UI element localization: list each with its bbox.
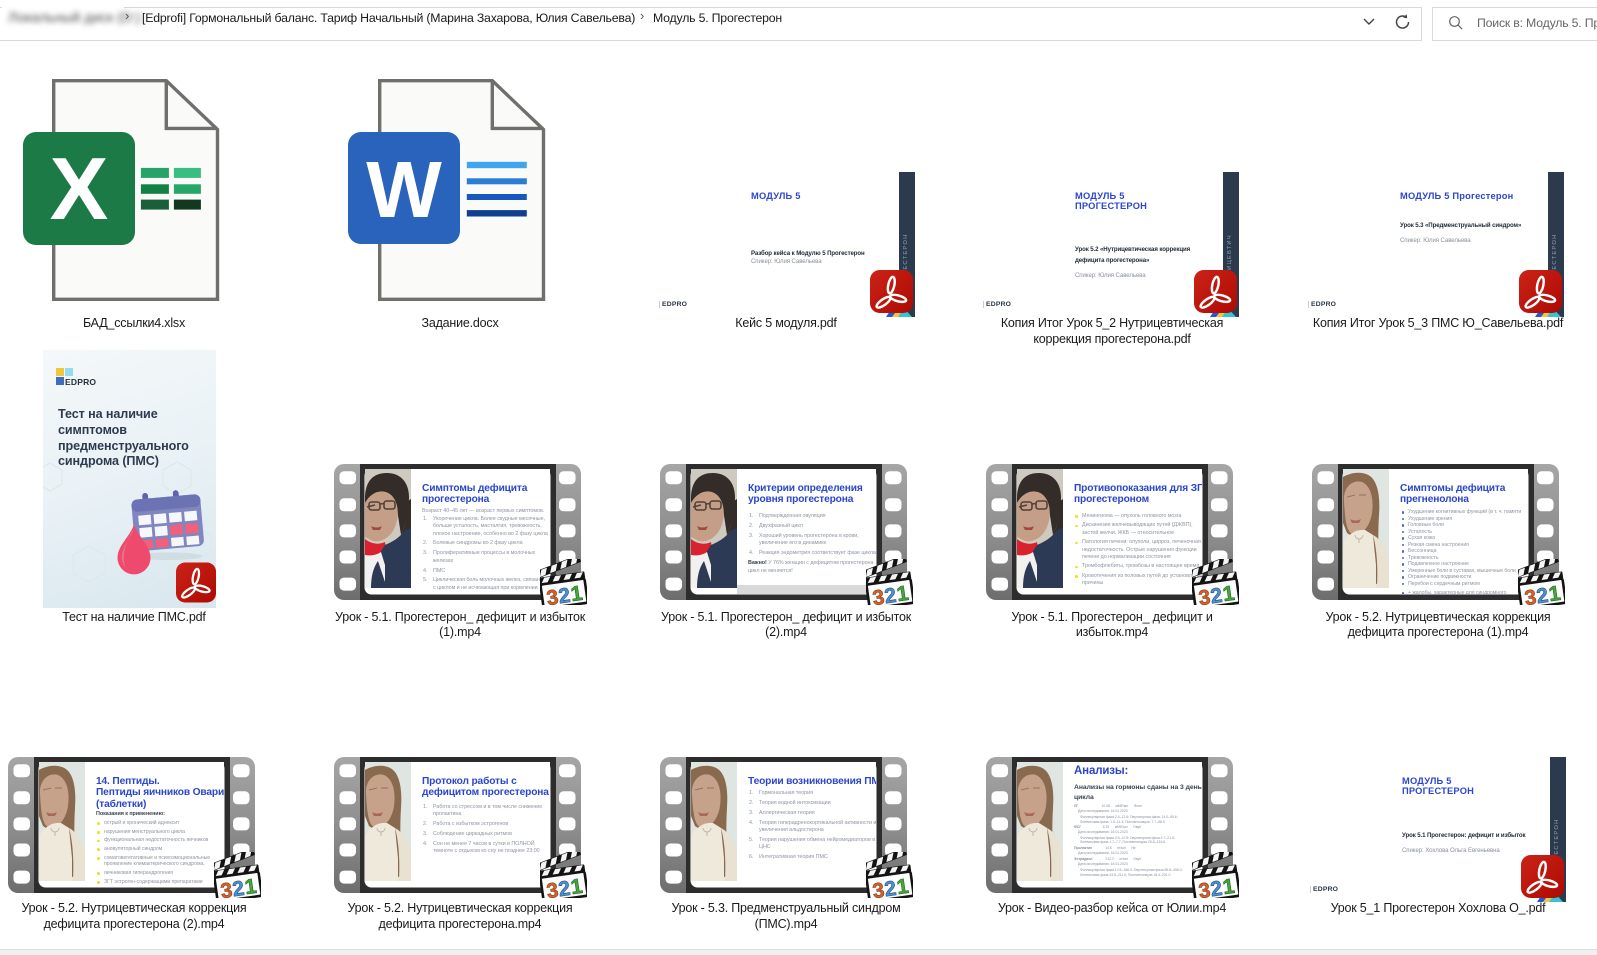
svg-text:W: W	[366, 145, 442, 234]
svg-text:X: X	[50, 139, 109, 238]
